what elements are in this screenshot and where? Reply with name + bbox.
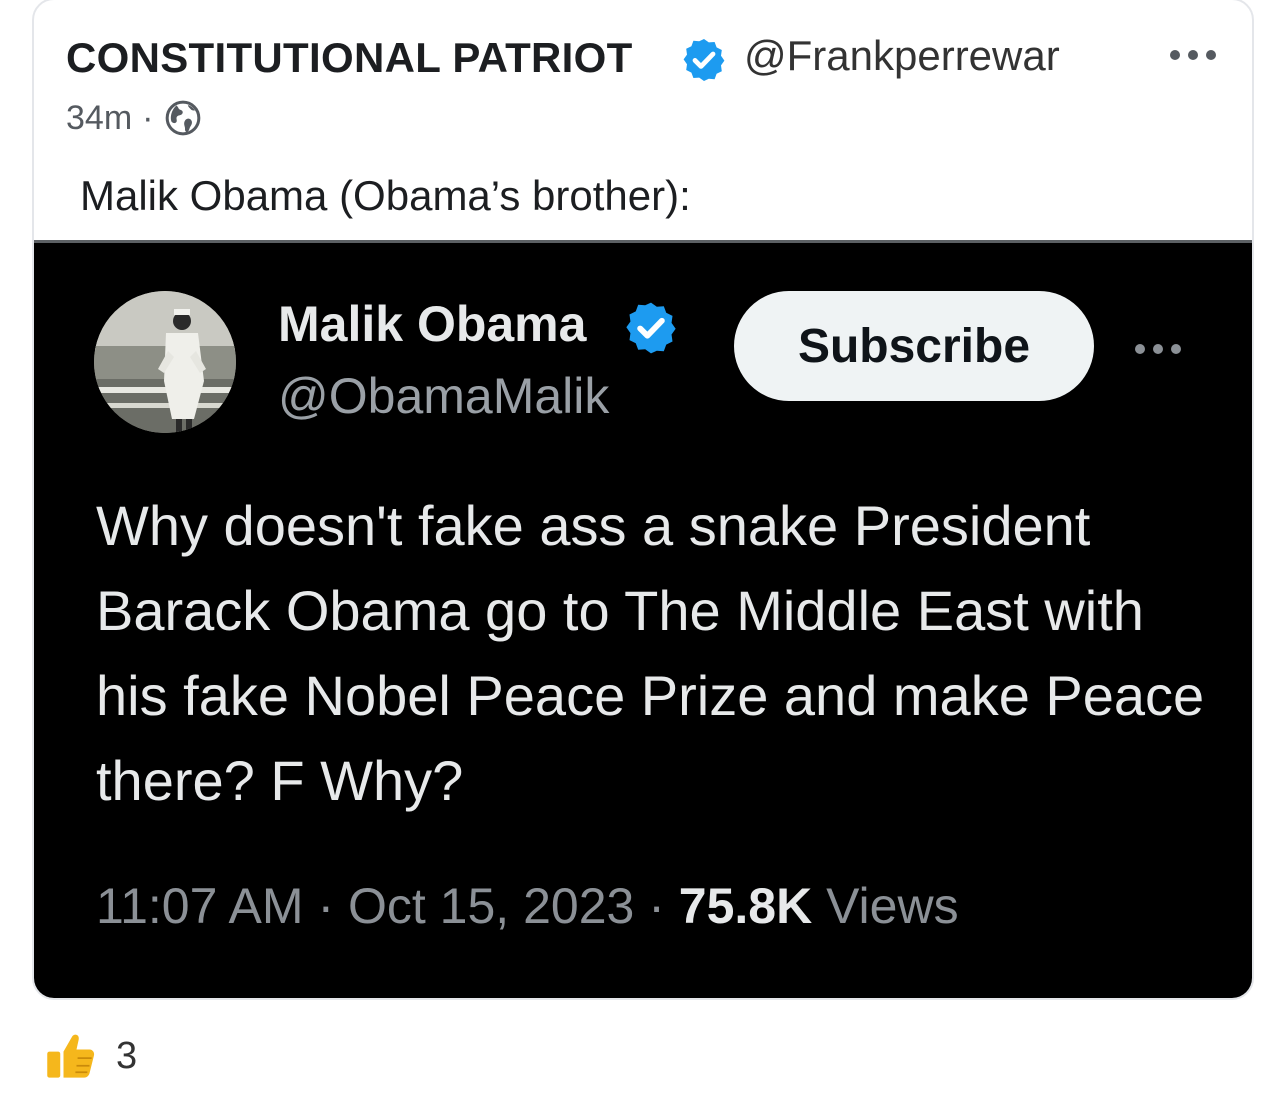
post-author-name[interactable]: CONSTITUTIONAL PATRIOT [66, 34, 633, 82]
avatar[interactable] [94, 291, 236, 433]
avatar-photo [94, 291, 236, 433]
post-caption: Malik Obama (Obama’s brother): [80, 172, 691, 219]
verified-badge-icon [683, 39, 725, 81]
tweet-meta: 11:07 AM · Oct 15, 2023 · 75.8K Views [96, 877, 959, 935]
tweet-views-count: 75.8K [678, 878, 827, 934]
subscribe-button[interactable]: Subscribe [734, 291, 1094, 401]
tweet-date[interactable]: Oct 15, 2023 [348, 878, 634, 934]
post-author-handle[interactable]: @Frankperrewar [744, 32, 1060, 80]
tweet-author-name[interactable]: Malik Obama [278, 295, 586, 353]
tweet-more-options-icon[interactable] [1130, 337, 1186, 361]
thumbs-up-icon [47, 1034, 95, 1078]
meta-separator: · [142, 98, 154, 137]
globe-icon [166, 100, 201, 136]
reaction-count: 3 [116, 1034, 138, 1077]
tweet-meta-separator: · [317, 878, 348, 934]
tweet-author-handle[interactable]: @ObamaMalik [278, 367, 609, 425]
post-time[interactable]: 34m [66, 99, 132, 138]
tweet-views-label: Views [826, 878, 959, 934]
embedded-tweet-screenshot[interactable]: Malik Obama @ObamaMalik Subscribe Why do… [34, 240, 1252, 998]
post-meta: 34m · [66, 98, 203, 138]
post-card: CONSTITUTIONAL PATRIOT @Frankperrewar 34… [32, 0, 1254, 1000]
tweet-text: Why doesn't fake ass a snake President B… [96, 494, 1205, 812]
tweet-time[interactable]: 11:07 AM [96, 878, 304, 934]
reactions-bar[interactable]: 3 [44, 1030, 137, 1082]
verified-badge-icon [626, 302, 676, 354]
tweet-meta-separator: · [648, 878, 679, 934]
more-options-icon[interactable] [1166, 40, 1220, 70]
